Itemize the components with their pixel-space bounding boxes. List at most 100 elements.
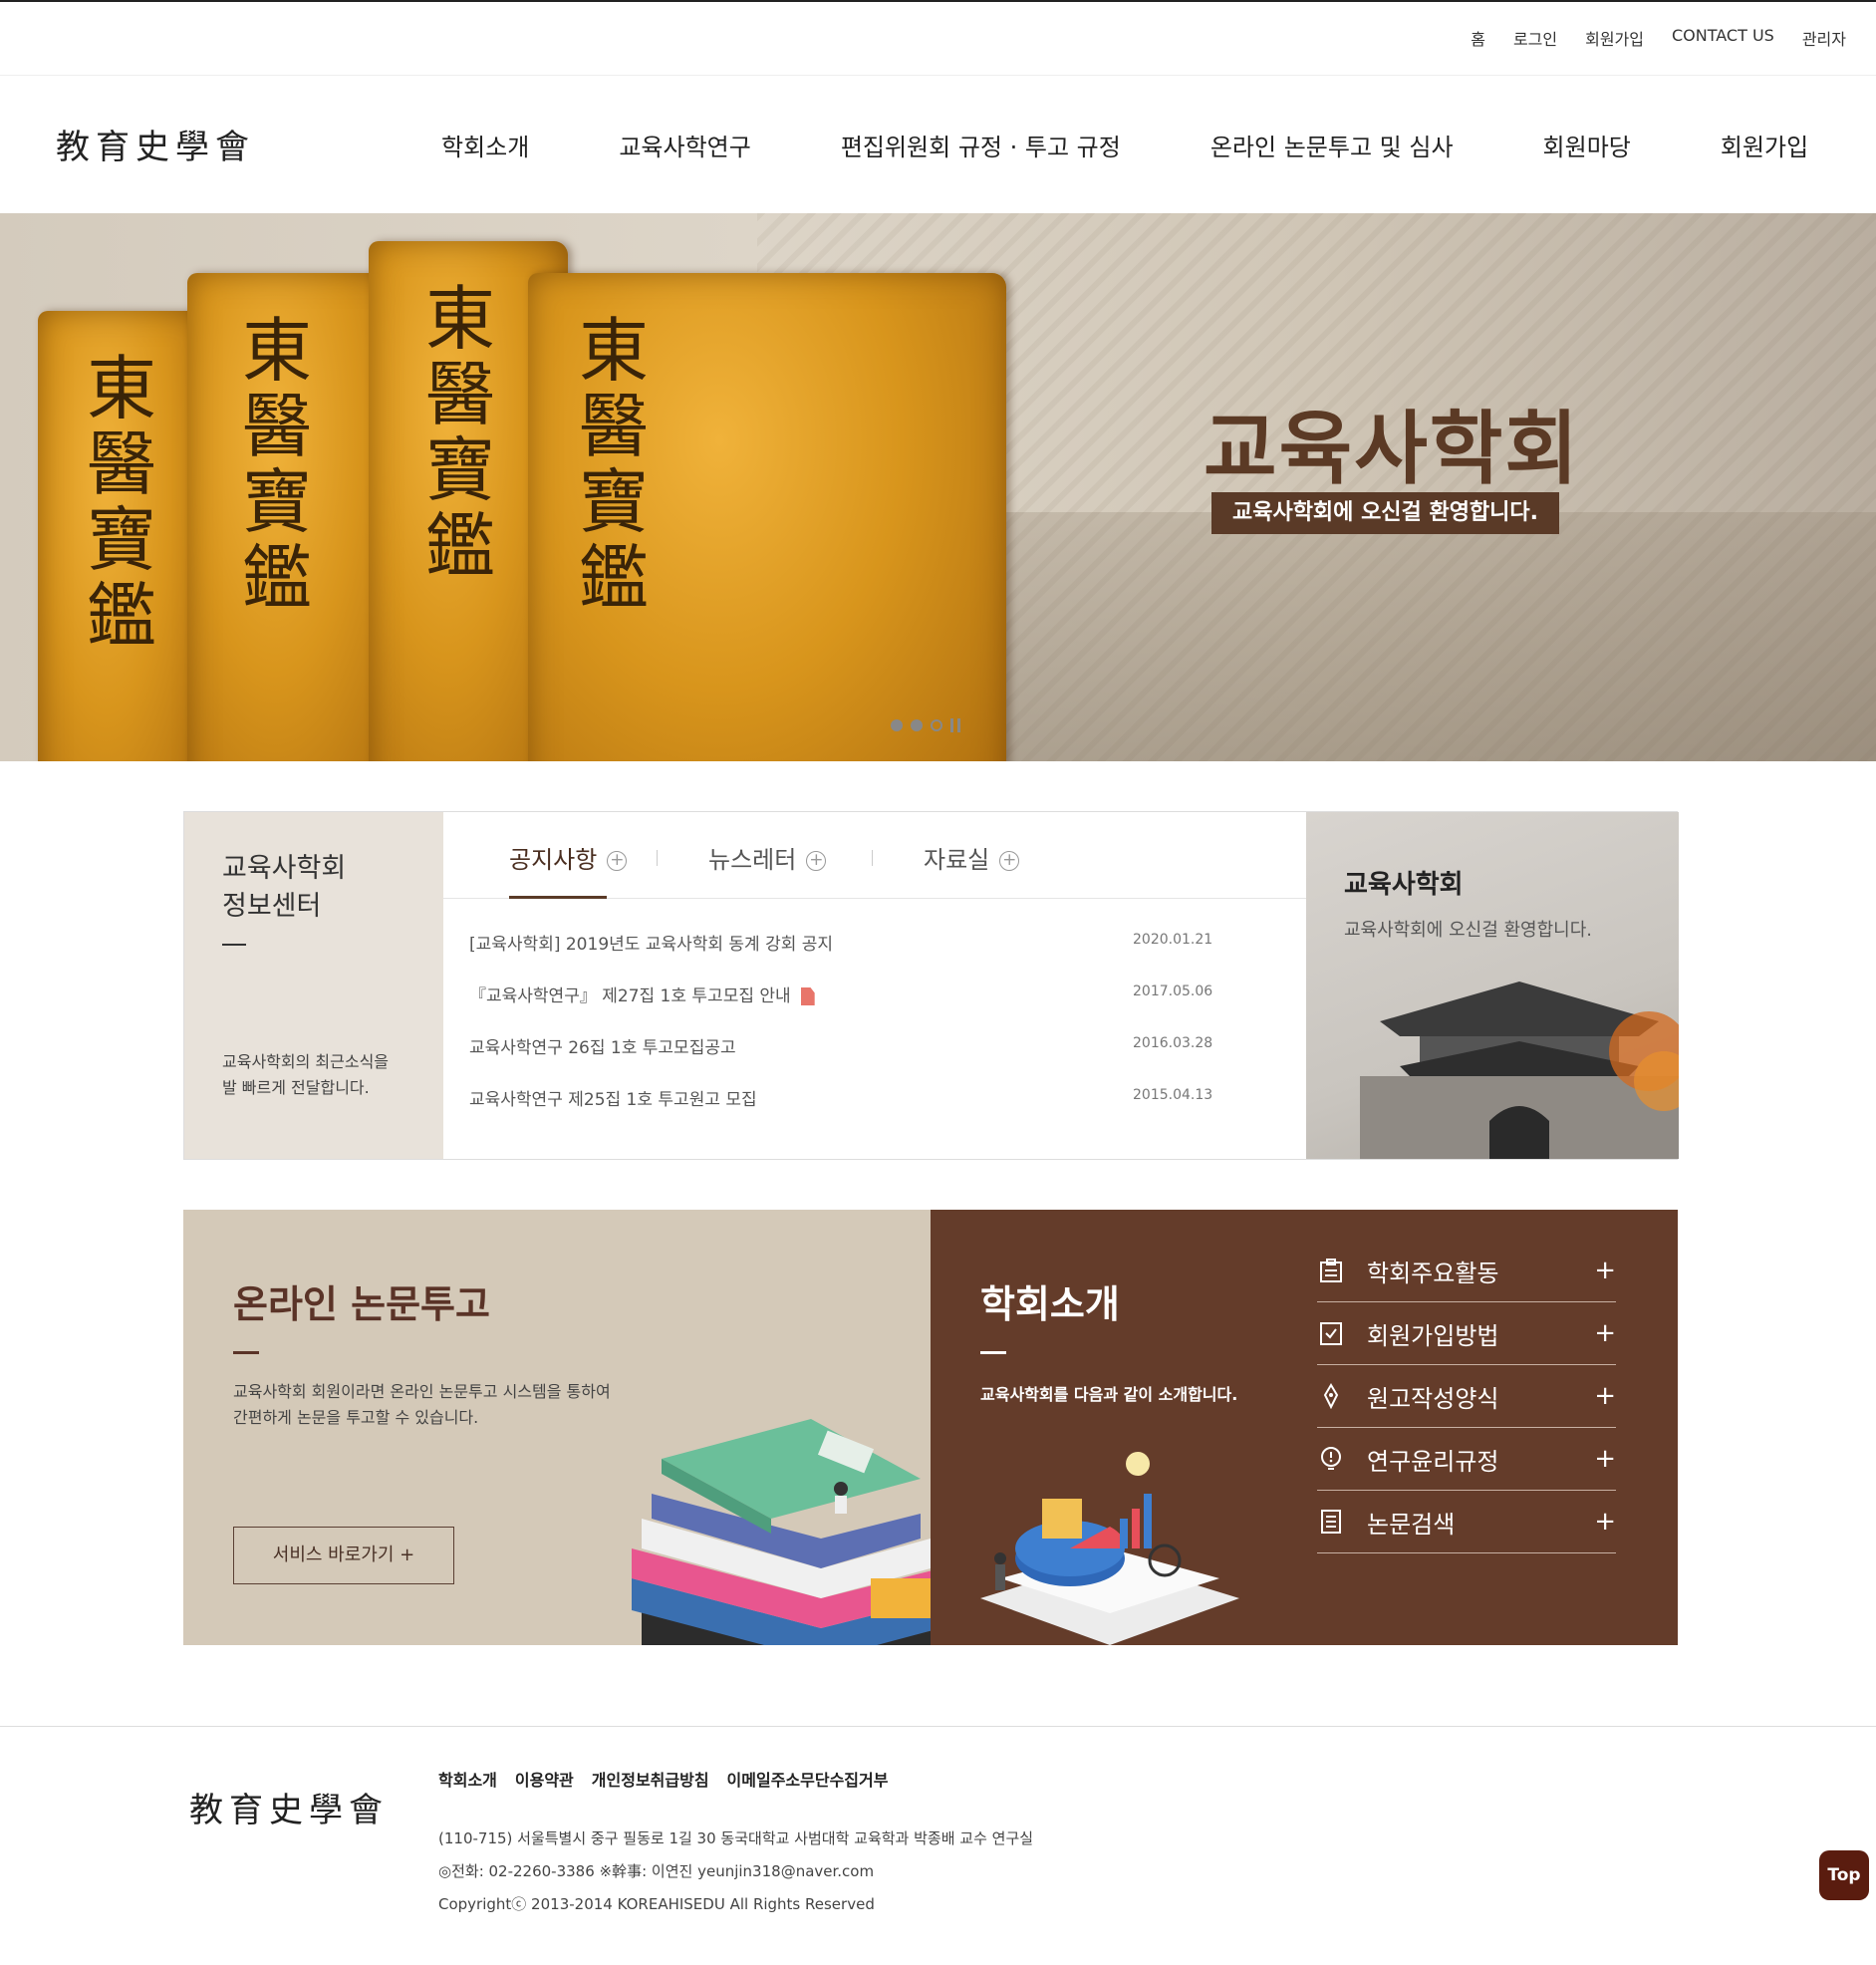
scroll-top-button[interactable]: Top <box>1819 1850 1869 1900</box>
footer-copyright: Copyrightⓒ 2013-2014 KOREAHISEDU All Rig… <box>438 1895 875 1913</box>
slider-dot-1[interactable] <box>891 719 903 731</box>
utility-nav: 홈 로그인 회원가입 CONTACT US 관리자 <box>1471 26 1846 50</box>
footer-link-no-email-collection[interactable]: 이메일주소무단수집거부 <box>727 1767 889 1791</box>
nav-online-submission[interactable]: 온라인 논문투고 및 심사 <box>1210 128 1454 162</box>
online-title: 온라인 논문투고 <box>233 1282 490 1326</box>
notice-title[interactable]: 교육사학연구 제25집 1호 투고원고 모집 <box>469 1090 757 1110</box>
tab-notice[interactable]: 공지사항 + <box>509 840 628 875</box>
page: 홈 로그인 회원가입 CONTACT US 관리자 教育史學會 학회소개 교육사… <box>0 0 1876 1965</box>
link-research-ethics[interactable]: 연구윤리규정 + <box>1317 1428 1616 1491</box>
online-desc: 교육사학회 회원이라면 온라인 논문투고 시스템을 통하여 간편하게 논문을 투… <box>233 1379 611 1431</box>
footer-link-about[interactable]: 학회소개 <box>438 1767 497 1791</box>
pen-nib-icon <box>1317 1382 1345 1410</box>
utility-bar: 홈 로그인 회원가입 CONTACT US 관리자 <box>0 0 1876 76</box>
hero-book-1-text: 東醫寶鑑 <box>87 348 156 657</box>
info-title-divider <box>222 944 246 946</box>
info-center: 교육사학회 정보센터 교육사학회의 최근소식을 발 빠르게 전달합니다. 공지사… <box>183 811 1679 1160</box>
online-desc-line1: 교육사학회 회원이라면 온라인 논문투고 시스템을 통하여 <box>233 1382 611 1401</box>
tab-archive-label: 자료실 <box>924 846 990 874</box>
hero-book-4-text: 東醫寶鑑 <box>579 310 649 619</box>
info-desc-line2: 발 빠르게 전달합니다. <box>222 1078 370 1097</box>
service-shortcut-button[interactable]: 서비스 바로가기 + <box>233 1527 454 1584</box>
footer-contact: ◎전화: 02-2260-3386 ※幹事: 이연진 yeunjin318@na… <box>438 1862 875 1880</box>
util-join-link[interactable]: 회원가입 <box>1585 26 1644 50</box>
link-label: 학회주요활동 <box>1367 1259 1499 1287</box>
tab-newsletter[interactable]: 뉴스레터 + <box>708 840 827 875</box>
hero-book-3-text: 東醫寶鑑 <box>425 278 495 587</box>
footer-link-privacy[interactable]: 개인정보취급방침 <box>592 1767 709 1791</box>
info-center-desc: 교육사학회의 최근소식을 발 빠르게 전달합니다. <box>222 1049 389 1101</box>
welcome-title: 교육사학회 <box>1344 870 1464 900</box>
file-attachment-icon <box>800 987 815 1005</box>
slider-dot-2[interactable] <box>911 719 923 731</box>
intro-desc: 교육사학회를 다음과 같이 소개합니다. <box>980 1385 1238 1404</box>
intro-links: 학회주요활동 + 회원가입방법 + 원고작성양식 + 연구윤리규정 + 논문검색 <box>1317 1240 1616 1553</box>
hero-book-4: 東醫寶鑑 <box>528 273 1006 761</box>
tab-separator <box>657 850 658 866</box>
fortress-gate-image <box>1360 982 1679 1159</box>
board-tabs: 공지사항 + 뉴스레터 + 자료실 + <box>443 812 1308 899</box>
notice-item[interactable]: 『교육사학연구』 제27집 1호 투고모집 안내 2017.05.06 <box>469 982 1212 1033</box>
plus-circle-icon[interactable]: + <box>607 851 628 871</box>
hero-title: 교육사학회 <box>1204 403 1580 495</box>
hero-banner: 東醫寶鑑 東醫寶鑑 東醫寶鑑 東醫寶鑑 교육사학회 교육사학회에 오신걸 환영합… <box>0 213 1876 761</box>
tab-separator <box>872 850 873 866</box>
tab-notice-label: 공지사항 <box>509 846 598 874</box>
nav-editorial-rules[interactable]: 편집위원회 규정 · 투고 규정 <box>841 128 1121 162</box>
slider-pause-icon[interactable] <box>950 718 960 732</box>
nav-about[interactable]: 학회소개 <box>441 128 529 162</box>
header: 教育史學會 학회소개 교육사학연구 편집위원회 규정 · 투고 규정 온라인 논… <box>0 76 1876 213</box>
checklist-icon <box>1317 1319 1345 1347</box>
util-contact-link[interactable]: CONTACT US <box>1672 26 1774 50</box>
link-label: 원고작성양식 <box>1367 1384 1499 1413</box>
nav-join[interactable]: 회원가입 <box>1721 128 1808 162</box>
info-center-intro: 교육사학회 정보센터 교육사학회의 최근소식을 발 빠르게 전달합니다. <box>184 812 443 1159</box>
info-title-line2: 정보센터 <box>222 891 322 922</box>
nav-journal[interactable]: 교육사학연구 <box>619 128 750 162</box>
footer-logo: 教育史學會 <box>189 1791 389 1830</box>
hero-book-2-text: 東醫寶鑑 <box>242 310 312 619</box>
plus-circle-icon[interactable]: + <box>806 851 827 871</box>
clipboard-icon <box>1317 1257 1345 1284</box>
online-submission-section: 온라인 논문투고 교육사학회 회원이라면 온라인 논문투고 시스템을 통하여 간… <box>183 1210 931 1645</box>
info-title-line1: 교육사학회 <box>222 853 347 884</box>
notice-title[interactable]: 『교육사학연구』 제27집 1호 투고모집 안내 <box>469 986 791 1006</box>
notice-title[interactable]: 교육사학연구 26집 1호 투고모집공고 <box>469 1038 736 1058</box>
link-manuscript-form[interactable]: 원고작성양식 + <box>1317 1365 1616 1428</box>
site-logo[interactable]: 教育史學會 <box>56 120 255 168</box>
link-paper-search[interactable]: 논문검색 + <box>1317 1491 1616 1553</box>
link-join-method[interactable]: 회원가입방법 + <box>1317 1302 1616 1365</box>
plus-circle-icon[interactable]: + <box>999 851 1020 871</box>
slider-dot-3[interactable] <box>931 719 942 731</box>
plus-icon: + <box>1594 1444 1616 1474</box>
plus-icon: + <box>1594 1507 1616 1537</box>
hero-subtitle: 교육사학회에 오신걸 환영합니다. <box>1211 492 1559 534</box>
link-label: 연구윤리규정 <box>1367 1447 1499 1476</box>
notice-item[interactable]: 교육사학연구 제25집 1호 투고원고 모집 2015.04.13 <box>469 1085 1212 1137</box>
link-label: 논문검색 <box>1367 1510 1456 1539</box>
util-home-link[interactable]: 홈 <box>1471 26 1485 50</box>
util-login-link[interactable]: 로그인 <box>1513 26 1557 50</box>
slider-controls <box>891 718 960 732</box>
intro-title-divider <box>980 1351 1006 1354</box>
main-nav: 학회소개 교육사학연구 편집위원회 규정 · 투고 규정 온라인 논문투고 및 … <box>441 128 1808 162</box>
notice-item[interactable]: 교육사학연구 26집 1호 투고모집공고 2016.03.28 <box>469 1033 1212 1085</box>
notice-title[interactable]: [교육사학회] 2019년도 교육사학회 동계 강회 공지 <box>469 935 833 955</box>
notice-date: 2020.01.21 <box>1133 932 1213 948</box>
plus-icon: + <box>1594 1381 1616 1411</box>
footer-link-terms[interactable]: 이용약관 <box>515 1767 574 1791</box>
tab-archive[interactable]: 자료실 + <box>924 840 1020 875</box>
notice-date: 2017.05.06 <box>1133 983 1213 999</box>
footer-info: (110-715) 서울특별시 중구 필동로 1길 30 동국대학교 사범대학 … <box>438 1823 1033 1921</box>
link-main-activities[interactable]: 학회주요활동 + <box>1317 1240 1616 1302</box>
hero-book-1: 東醫寶鑑 <box>38 311 207 761</box>
notice-list: [교육사학회] 2019년도 교육사학회 동계 강회 공지 2020.01.21… <box>469 930 1212 1137</box>
intro-title: 학회소개 <box>980 1282 1120 1326</box>
infographic-illustration <box>980 1452 1239 1645</box>
plus-icon: + <box>1594 1256 1616 1285</box>
notice-item[interactable]: [교육사학회] 2019년도 교육사학회 동계 강회 공지 2020.01.21 <box>469 930 1212 982</box>
util-admin-link[interactable]: 관리자 <box>1802 26 1846 50</box>
footer-address: (110-715) 서울특별시 중구 필동로 1길 30 동국대학교 사범대학 … <box>438 1829 1034 1847</box>
nav-members[interactable]: 회원마당 <box>1543 128 1631 162</box>
info-desc-line1: 교육사학회의 최근소식을 <box>222 1052 390 1071</box>
